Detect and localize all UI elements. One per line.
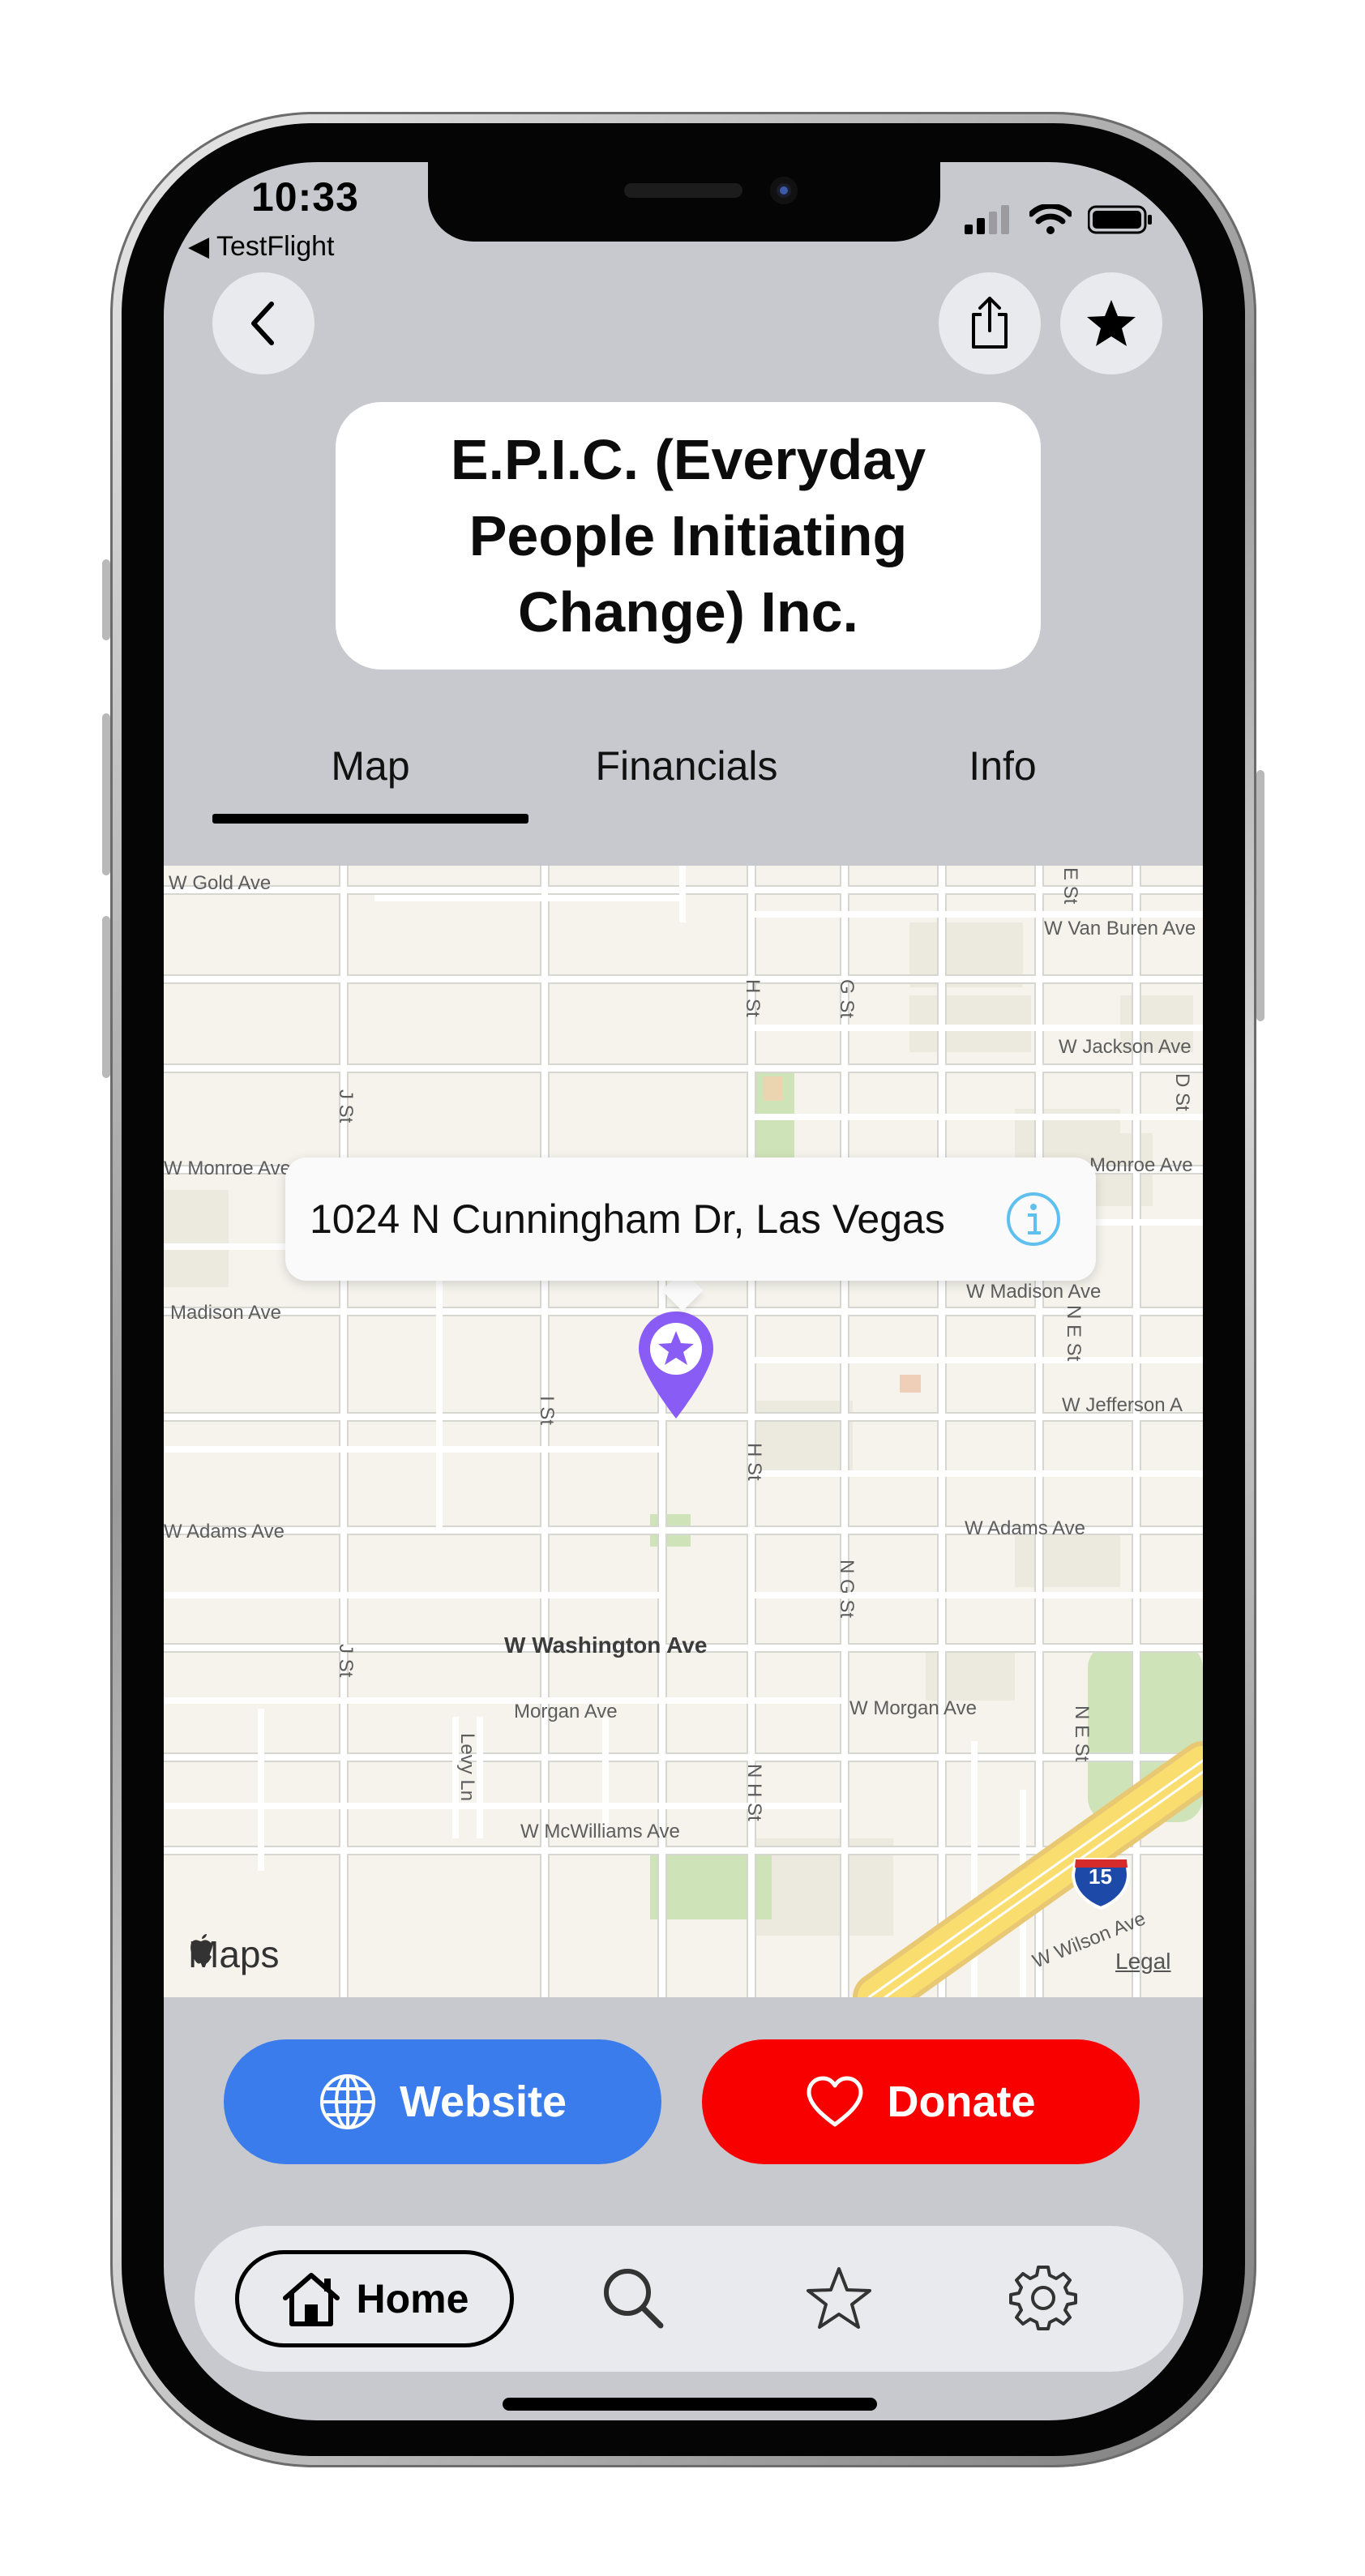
selected-tab-indicator [212, 814, 528, 824]
street-label: W Jackson Ave [1059, 1036, 1192, 1058]
back-button[interactable] [212, 272, 315, 374]
back-to-testflight-link[interactable]: ◀ TestFlight [188, 230, 334, 263]
gear-icon [1009, 2266, 1077, 2330]
globe-icon [319, 2074, 375, 2129]
share-icon [972, 297, 1008, 349]
website-button[interactable]: Website [224, 2039, 661, 2164]
address-callout[interactable]: 1024 N Cunningham Dr, Las Vegas [285, 1157, 1096, 1281]
map-view[interactable]: W Gold Ave W Van Buren Ave W Jackson Ave… [164, 866, 1203, 1997]
status-time: 10:33 [251, 174, 359, 220]
speaker [624, 183, 742, 198]
search-icon [604, 2269, 664, 2329]
apple-logo-icon [190, 1934, 212, 1964]
info-icon[interactable] [1005, 1191, 1062, 1247]
wifi-icon [1029, 204, 1072, 234]
street-label: W Monroe Ave [164, 1157, 291, 1179]
street-label: W Madison Ave [966, 1281, 1102, 1303]
power-button [1256, 770, 1264, 1021]
street-label: N H St [743, 1764, 765, 1821]
street-label: N E St [1063, 1305, 1085, 1362]
star-icon [807, 2267, 871, 2329]
tab-home-label: Home [356, 2276, 469, 2321]
street-label: I St [536, 1396, 558, 1426]
street-label: N G St [836, 1560, 858, 1619]
favorite-button[interactable] [1060, 272, 1162, 374]
organization-name: E.P.I.C. (Everyday People Initiating Cha… [450, 428, 926, 644]
street-label: W Gold Ave [169, 872, 272, 894]
street-label: N E St [1071, 1705, 1093, 1762]
tab-search[interactable] [597, 2261, 670, 2334]
street-label: W Jefferson A [1062, 1394, 1183, 1416]
street-label: Monroe Ave [1089, 1154, 1193, 1176]
heart-icon [807, 2076, 863, 2127]
street-label: D St [1171, 1073, 1193, 1111]
donate-button[interactable]: Donate [702, 2039, 1140, 2164]
tab-favorites[interactable] [802, 2261, 875, 2334]
share-button[interactable] [939, 272, 1041, 374]
street-label: E St [1059, 867, 1081, 905]
street-label: W McWilliams Ave [520, 1821, 680, 1842]
bottom-tab-bar: Home [195, 2226, 1183, 2372]
street-label: W Adams Ave [164, 1521, 285, 1543]
street-label: H St [743, 1443, 765, 1481]
donate-label: Donate [887, 2077, 1036, 2126]
mute-switch [102, 559, 110, 640]
tab-info[interactable]: Info [845, 730, 1161, 802]
tab-settings[interactable] [1007, 2261, 1080, 2334]
street-label: W Morgan Ave [849, 1697, 977, 1719]
volume-up-button [102, 713, 110, 875]
interstate-label: 15 [1089, 1864, 1112, 1889]
street-label: J St [335, 1644, 357, 1678]
home-indicator[interactable] [503, 2398, 877, 2411]
street-label: Levy Ln [456, 1733, 478, 1802]
street-label: H St [742, 979, 764, 1017]
street-label: Morgan Ave [514, 1701, 618, 1722]
segment-tabs: Map Financials Info [212, 730, 1161, 835]
tab-map[interactable]: Map [212, 730, 528, 802]
volume-down-button [102, 916, 110, 1078]
organization-title-card: E.P.I.C. (Everyday People Initiating Cha… [336, 402, 1041, 670]
tab-financials[interactable]: Financials [528, 730, 845, 802]
street-label: W Van Buren Ave [1044, 918, 1196, 939]
apple-maps-attribution: Maps [188, 1932, 279, 1976]
street-label: Madison Ave [170, 1302, 281, 1324]
location-pin-icon[interactable] [635, 1308, 717, 1422]
status-icons [965, 199, 1153, 240]
front-camera [770, 177, 798, 204]
callout-address: 1024 N Cunningham Dr, Las Vegas [310, 1196, 945, 1242]
star-filled-icon [1087, 300, 1136, 346]
street-label: W Adams Ave [965, 1517, 1085, 1539]
notch [428, 162, 940, 242]
battery-icon [1088, 205, 1152, 234]
street-label: G St [836, 979, 858, 1019]
chevron-left-icon [251, 302, 274, 345]
street-label: W Washington Ave [504, 1632, 708, 1658]
cellular-signal-icon [965, 205, 1009, 234]
website-label: Website [399, 2077, 567, 2126]
home-icon [282, 2273, 340, 2326]
legal-link[interactable]: Legal [1115, 1949, 1171, 1975]
street-label: J St [335, 1089, 357, 1123]
map-streets [164, 866, 1203, 1997]
tab-home[interactable]: Home [235, 2250, 514, 2347]
